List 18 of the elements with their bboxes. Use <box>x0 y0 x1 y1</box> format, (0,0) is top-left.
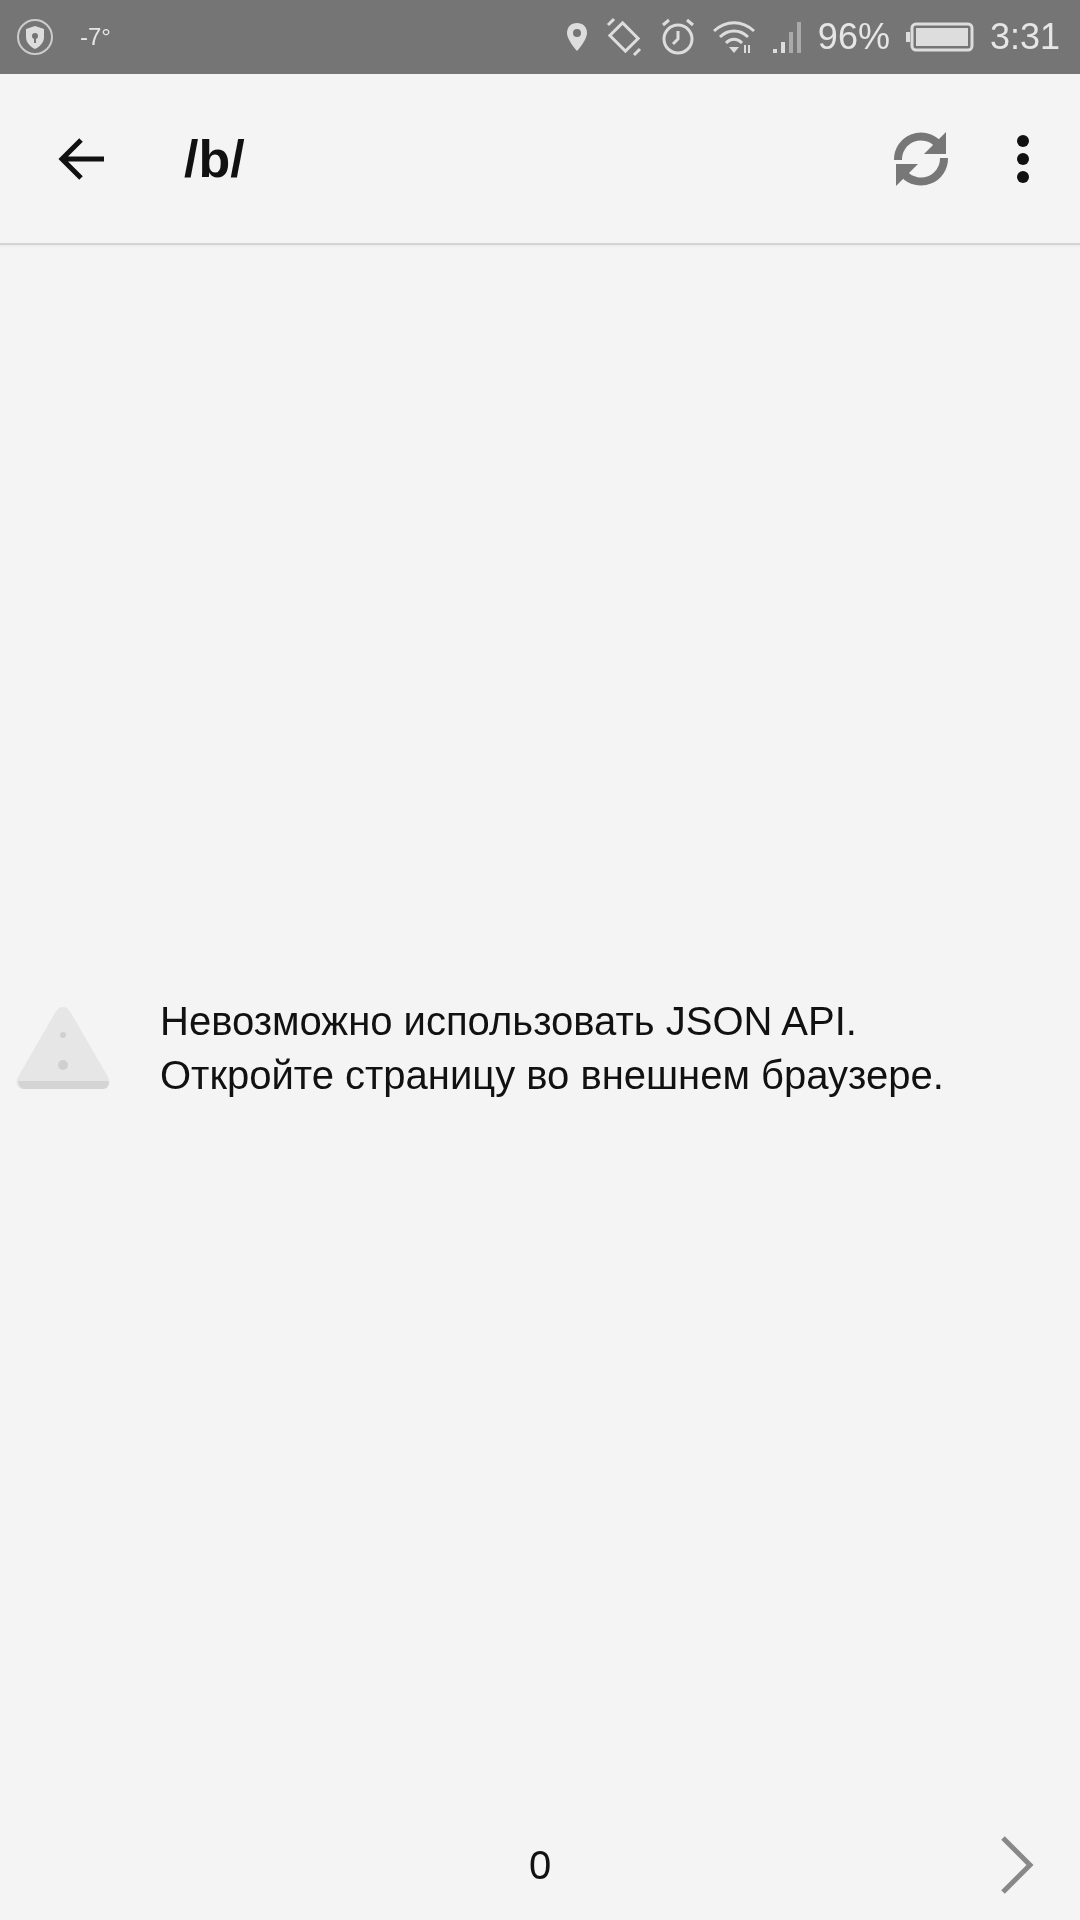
warning-icon <box>14 1004 112 1091</box>
battery-icon <box>905 22 974 52</box>
shield-icon <box>16 18 54 56</box>
battery-percent: 96% <box>817 16 890 58</box>
menu-icon <box>1016 133 1030 184</box>
location-icon <box>565 22 588 52</box>
alarm-icon <box>659 18 696 56</box>
page-title: /b/ <box>184 128 245 189</box>
chevron-right-icon <box>1000 1835 1034 1895</box>
error-message-line: Невозможно использовать JSON API. <box>160 997 858 1045</box>
next-page-button[interactable] <box>1000 1835 1034 1895</box>
back-arrow-icon <box>58 136 106 181</box>
temperature: -7° <box>80 23 111 51</box>
error-message-line: Откройте страницу во внешнем браузере. <box>160 1051 944 1099</box>
clock: 3:31 <box>989 16 1060 58</box>
page-number: 0 <box>528 1842 552 1888</box>
signal-icon <box>771 20 802 54</box>
wifi-icon <box>711 19 756 55</box>
